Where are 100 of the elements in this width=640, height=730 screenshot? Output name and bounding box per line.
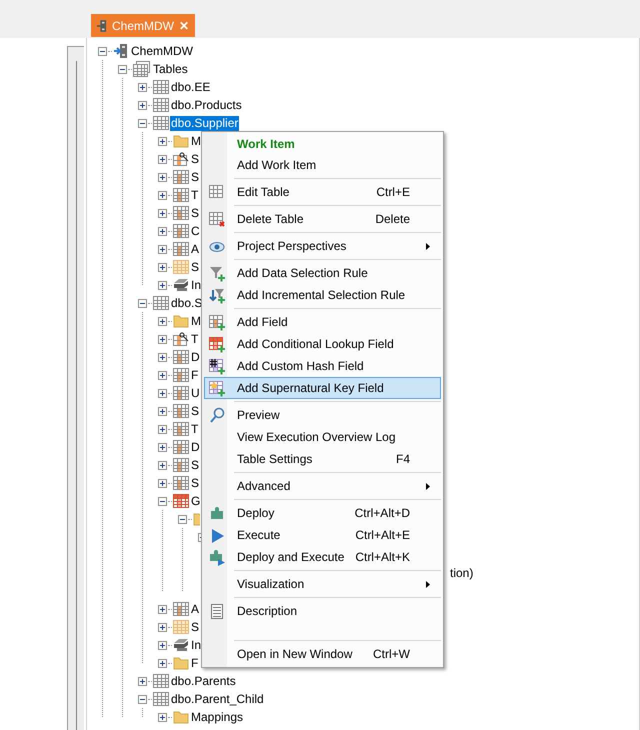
menu-item[interactable]: Visualization xyxy=(204,573,441,595)
tree-item[interactable]: F xyxy=(191,368,198,382)
expand-icon xyxy=(159,264,166,270)
tree-item[interactable]: T xyxy=(191,332,198,346)
tree-item[interactable]: D xyxy=(191,350,200,364)
tree-item[interactable]: M xyxy=(191,314,201,328)
expander-toggle[interactable] xyxy=(158,496,167,506)
menu-item[interactable]: View Execution Overview Log xyxy=(204,426,441,448)
expander-toggle[interactable] xyxy=(158,622,167,632)
tree-item[interactable]: T xyxy=(191,422,198,436)
add-field-icon xyxy=(208,314,226,330)
tree-item[interactable]: G xyxy=(191,494,200,508)
tree-item[interactable]: F xyxy=(191,656,198,670)
tree-item[interactable]: S xyxy=(191,404,200,418)
expand-icon xyxy=(159,660,166,666)
table-icon xyxy=(153,116,169,130)
menu-item[interactable]: Add Supernatural Key Field xyxy=(204,377,441,399)
menu-item[interactable]: Edit Table Ctrl+E xyxy=(204,181,441,203)
tree-item[interactable]: C xyxy=(191,224,200,238)
tree-item[interactable]: M xyxy=(191,134,201,148)
expander-toggle[interactable] xyxy=(158,406,167,416)
expander-toggle[interactable] xyxy=(158,208,167,218)
splitter-bar[interactable] xyxy=(67,46,84,730)
tree-item[interactable]: T xyxy=(191,188,198,202)
tree-item[interactable]: dbo.Parent_Child xyxy=(171,692,264,706)
tree-item[interactable]: S xyxy=(191,170,200,184)
expander-toggle[interactable] xyxy=(138,118,147,128)
tree-item[interactable]: dbo.Products xyxy=(171,98,242,112)
menu-item[interactable]: Add Data Selection Rule xyxy=(204,262,441,284)
tree-item[interactable]: D xyxy=(191,440,200,454)
expand-icon xyxy=(159,462,166,468)
expander-toggle[interactable] xyxy=(158,658,167,668)
tree-item[interactable]: S xyxy=(191,620,200,634)
tree-item[interactable]: A xyxy=(191,242,200,256)
expander-toggle[interactable] xyxy=(158,244,167,254)
expander-toggle[interactable] xyxy=(158,226,167,236)
expander-toggle[interactable] xyxy=(158,424,167,434)
tree-item[interactable]: In xyxy=(191,278,202,292)
table-icon xyxy=(173,242,189,256)
expander-toggle[interactable] xyxy=(158,640,167,650)
tree-item[interactable]: S xyxy=(191,152,200,166)
menu-item[interactable]: Deploy and Execute Ctrl+Alt+K xyxy=(204,546,441,568)
tree-item[interactable]: Mappings xyxy=(191,710,244,724)
tree-item[interactable]: dbo.EE xyxy=(171,80,210,94)
expander-toggle[interactable] xyxy=(158,316,167,326)
delete-table-icon xyxy=(208,210,226,228)
menu-item[interactable]: Description xyxy=(204,600,441,622)
expander-toggle[interactable] xyxy=(138,676,147,686)
table-icon xyxy=(173,368,189,382)
menu-item[interactable]: Add Incremental Selection Rule xyxy=(204,284,441,306)
expander-toggle[interactable] xyxy=(138,82,147,92)
tree-item[interactable]: ChemMDW xyxy=(131,44,193,58)
expand-icon xyxy=(159,354,166,360)
table-icon xyxy=(173,458,189,472)
tree-item[interactable]: dbo.S xyxy=(171,296,202,310)
expander-toggle[interactable] xyxy=(158,172,167,182)
menu-item[interactable]: Advanced xyxy=(204,475,441,497)
menu-item[interactable]: Execute Ctrl+Alt+E xyxy=(204,524,441,546)
expander-toggle[interactable] xyxy=(158,334,167,344)
expander-toggle[interactable] xyxy=(158,442,167,452)
expander-toggle[interactable] xyxy=(158,190,167,200)
tree-item[interactable]: U xyxy=(191,386,200,400)
menu-item[interactable]: Add Conditional Lookup Field xyxy=(204,333,441,355)
expander-toggle[interactable] xyxy=(118,64,127,74)
menu-item[interactable]: Open in New Window Ctrl+W xyxy=(204,643,441,665)
tree-item[interactable]: S xyxy=(191,458,200,472)
expander-toggle[interactable] xyxy=(138,100,147,110)
menu-item[interactable]: Add Custom Hash Field xyxy=(204,355,441,377)
menu-item[interactable]: Add Work Item xyxy=(204,154,441,176)
tree-item[interactable]: A xyxy=(191,602,200,616)
expander-toggle[interactable] xyxy=(138,298,147,308)
tree-item[interactable]: In xyxy=(191,638,202,652)
tree-item[interactable]: S xyxy=(191,476,200,490)
menu-item[interactable]: Preview xyxy=(204,404,441,426)
menu-item[interactable]: Project Perspectives xyxy=(204,235,441,257)
expander-toggle[interactable] xyxy=(178,514,187,524)
expander-toggle[interactable] xyxy=(158,370,167,380)
menu-item[interactable]: Add Field xyxy=(204,311,441,333)
expander-toggle[interactable] xyxy=(158,280,167,290)
tree-item[interactable]: S xyxy=(191,260,200,274)
expand-icon xyxy=(159,246,166,252)
expander-toggle[interactable] xyxy=(158,136,167,146)
tree-item[interactable]: S xyxy=(191,206,200,220)
expander-toggle[interactable] xyxy=(98,46,107,56)
expander-toggle[interactable] xyxy=(158,154,167,164)
expander-toggle[interactable] xyxy=(158,478,167,488)
expander-toggle[interactable] xyxy=(138,694,147,704)
tree-item-label: tion) xyxy=(450,566,474,580)
expander-toggle[interactable] xyxy=(158,388,167,398)
expander-toggle[interactable] xyxy=(158,604,167,614)
tree-item[interactable]: Tables xyxy=(153,62,188,76)
menu-item[interactable]: Delete Table Delete xyxy=(204,208,441,230)
menu-item[interactable]: Table Settings F4 xyxy=(204,448,441,470)
expander-toggle[interactable] xyxy=(158,352,167,362)
tree-item[interactable]: dbo.Parents xyxy=(171,674,236,688)
menu-item[interactable]: Deploy Ctrl+Alt+D xyxy=(204,502,441,524)
expander-toggle[interactable] xyxy=(158,262,167,272)
tree-item[interactable]: dbo.Supplier xyxy=(170,116,240,130)
expander-toggle[interactable] xyxy=(158,712,167,722)
expander-toggle[interactable] xyxy=(158,460,167,470)
